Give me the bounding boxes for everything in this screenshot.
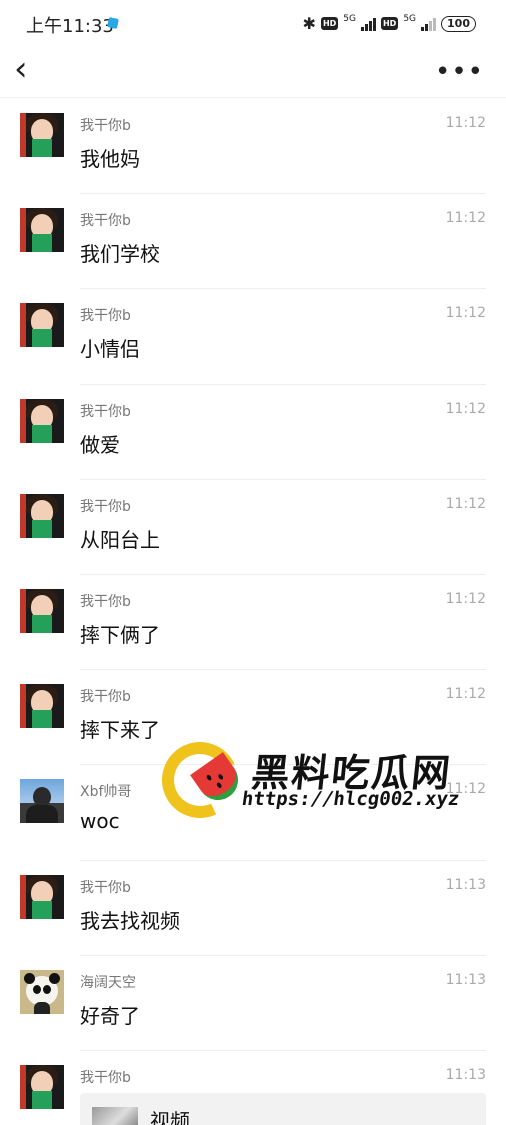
sender-name: Xbf帅哥	[80, 784, 132, 801]
message-time: 11:13	[445, 876, 486, 893]
message-row[interactable]: 我干你b 11:12 从阳台上	[0, 480, 506, 575]
message-row[interactable]: 我干你b 11:12 我们学校	[0, 194, 506, 290]
message-time: 11:12	[445, 495, 486, 512]
message-row[interactable]: 我干你b 11:12 我他妈	[0, 99, 506, 195]
signal-icon	[421, 17, 437, 31]
message-row[interactable]: 我干你b 11:12 摔下俩了	[0, 575, 506, 671]
message-row[interactable]: 我干你b 11:12 做爱	[0, 385, 506, 480]
message-time: 11:13	[445, 1066, 486, 1083]
message-text[interactable]: 我们学校	[80, 238, 160, 267]
message-text[interactable]: 我他妈	[80, 143, 140, 172]
nav-bar: ‹ •••	[0, 48, 506, 98]
message-row[interactable]: 我干你b 11:13 我去找视频	[0, 861, 506, 956]
message-time: 11:13	[445, 971, 486, 988]
status-time: 上午11:33	[26, 16, 114, 37]
avatar[interactable]	[20, 398, 64, 443]
signal-icon	[360, 17, 376, 31]
avatar[interactable]	[20, 874, 64, 919]
avatar[interactable]	[20, 113, 64, 157]
message-row[interactable]: 我干你b 11:12 小情侣	[0, 289, 506, 385]
more-icon[interactable]: •••	[435, 57, 484, 87]
network-type: 5G	[403, 14, 417, 24]
avatar[interactable]	[20, 969, 64, 1014]
message-text[interactable]: 好奇了	[80, 1000, 140, 1029]
video-card[interactable]: 视频	[80, 1093, 486, 1125]
message-time: 11:12	[445, 590, 486, 607]
sender-name: 我干你b	[80, 403, 131, 420]
message-text[interactable]: 从阳台上	[80, 524, 160, 553]
sender-name: 我干你b	[80, 689, 131, 706]
sender-name: 我干你b	[80, 879, 131, 896]
message-text[interactable]: woc	[80, 809, 120, 833]
status-bar: 上午11:33 ✱ HD 5G HD 5G 100	[0, 0, 506, 48]
avatar[interactable]	[20, 303, 64, 348]
bluetooth-icon: ✱	[302, 14, 316, 33]
avatar[interactable]	[20, 493, 64, 538]
message-time: 11:12	[445, 400, 486, 417]
message-text[interactable]: 做爱	[80, 429, 120, 458]
back-icon[interactable]: ‹	[14, 52, 28, 86]
avatar[interactable]	[20, 779, 64, 824]
network-type: 5G	[343, 14, 356, 24]
watermark-url: https://hlcg002.xyz	[240, 788, 461, 810]
hd-badge: HD	[380, 17, 399, 30]
sender-name: 我干你b	[80, 213, 131, 230]
message-time: 11:12	[445, 305, 486, 322]
message-list[interactable]: 我干你b 11:12 我他妈 我干你b 11:12 我们学校 我干你b 11:12 小情侣 我干你…	[0, 99, 506, 1125]
message-text[interactable]: 摔下来了	[80, 714, 160, 743]
message-time: 11:12	[445, 210, 486, 227]
sender-name: 我干你b	[80, 308, 131, 325]
sender-name: 我干你b	[80, 118, 131, 134]
video-thumbnail	[92, 1107, 138, 1125]
hd-badge: HD	[320, 17, 339, 30]
status-indicators: ✱ HD 5G HD 5G 100	[303, 14, 476, 33]
sender-name: 海阔天空	[80, 974, 136, 991]
message-time: 11:12	[445, 115, 486, 131]
message-text[interactable]: 小情侣	[80, 333, 140, 362]
sender-name: 我干你b	[80, 498, 131, 515]
message-text[interactable]: 摔下俩了	[80, 619, 160, 648]
video-label: 视频	[150, 1109, 190, 1125]
avatar[interactable]	[20, 1064, 64, 1109]
avatar[interactable]	[20, 684, 64, 729]
watermark: 黑料吃瓜网 https://hlcg002.xyz	[151, 731, 468, 829]
message-row[interactable]: 海阔天空 11:13 好奇了	[0, 956, 506, 1051]
message-text[interactable]: 我去找视频	[80, 905, 180, 934]
message-time: 11:12	[445, 686, 486, 703]
battery-icon: 100	[441, 15, 476, 32]
sender-name: 我干你b	[80, 593, 131, 610]
sender-name: 我干你b	[80, 1069, 131, 1086]
app-notification-icon	[107, 17, 119, 29]
avatar[interactable]	[20, 208, 64, 253]
avatar[interactable]	[20, 588, 64, 633]
